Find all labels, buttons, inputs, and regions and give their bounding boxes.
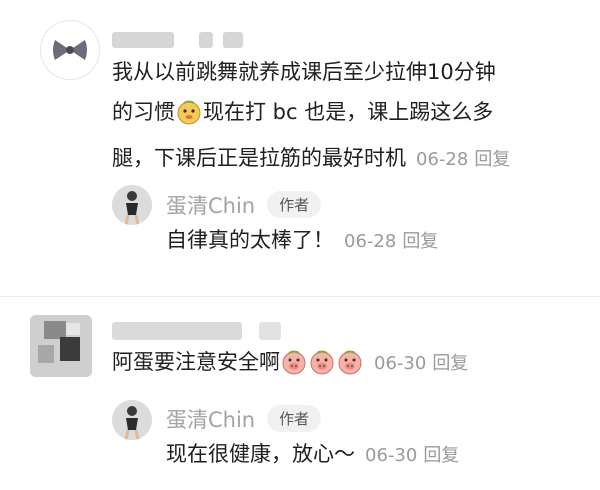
- author-tag-badge: 作者: [267, 405, 322, 432]
- reply-text-row: 现在很健康，放心～ 06-30 回复: [166, 434, 459, 476]
- comment-thread-2: 阿蛋要注意安全啊 06-30 回复 蛋清Chin 作者 现在很健康，放心～ 06-30…: [0, 300, 600, 490]
- reply-text-row: 自律真的太棒了！ 06-28 回复: [166, 220, 438, 262]
- comment-thread-1: 我从以前跳舞就养成课后至少拉伸10分钟 的习惯 现在打 bc 也是，课上踢这么多…: [0, 0, 600, 300]
- reply-date: 06-28: [344, 231, 397, 252]
- author-avatar[interactable]: [112, 400, 152, 440]
- reply-button[interactable]: 回复: [402, 231, 438, 252]
- blurred-photo-icon: [30, 315, 92, 377]
- doge-face-emoji: [176, 98, 202, 138]
- commenter-name-blurred[interactable]: [112, 27, 244, 51]
- pig-face-emoji: [309, 348, 335, 388]
- comment-line-2: 的习惯 现在打 bc 也是，课上踢这么多: [112, 92, 582, 138]
- pig-face-emoji: [337, 348, 363, 388]
- comment-date: 06-30: [374, 353, 427, 374]
- comment-line-3: 腿，下课后正是拉筋的最好时机 06-28 回复: [112, 146, 511, 170]
- divider: [0, 296, 600, 297]
- author-tag-badge: 作者: [267, 191, 322, 218]
- reply-text: 现在很健康，放心～: [166, 442, 355, 466]
- reply-text: 自律真的太棒了！: [166, 228, 334, 252]
- person-photo-icon: [112, 400, 152, 440]
- reply-button[interactable]: 回复: [474, 149, 510, 170]
- commenter-avatar-1[interactable]: [40, 20, 100, 80]
- reply-button[interactable]: 回复: [432, 353, 468, 374]
- commenter-avatar-2-blurred[interactable]: [30, 315, 92, 377]
- comment-line-1: 我从以前跳舞就养成课后至少拉伸10分钟: [112, 60, 496, 84]
- commenter-name-blurred[interactable]: [112, 318, 281, 342]
- comment-text-2: 阿蛋要注意安全啊 06-30 回复: [112, 342, 468, 388]
- author-avatar[interactable]: [112, 185, 152, 225]
- reply-author-name[interactable]: 蛋清Chin: [166, 408, 255, 432]
- reply-author-name[interactable]: 蛋清Chin: [166, 194, 255, 218]
- reply-date: 06-30: [365, 445, 418, 466]
- bow-icon: [53, 40, 87, 60]
- person-photo-icon: [112, 185, 152, 225]
- pig-face-emoji: [281, 348, 307, 388]
- reply-author-row: 蛋清Chin 作者: [166, 404, 322, 434]
- reply-author-row: 蛋清Chin 作者: [166, 190, 322, 220]
- reply-button[interactable]: 回复: [423, 445, 459, 466]
- comment-date: 06-28: [416, 149, 469, 170]
- comment-text-1: 我从以前跳舞就养成课后至少拉伸10分钟 的习惯 现在打 bc 也是，课上踢这么多…: [112, 52, 582, 180]
